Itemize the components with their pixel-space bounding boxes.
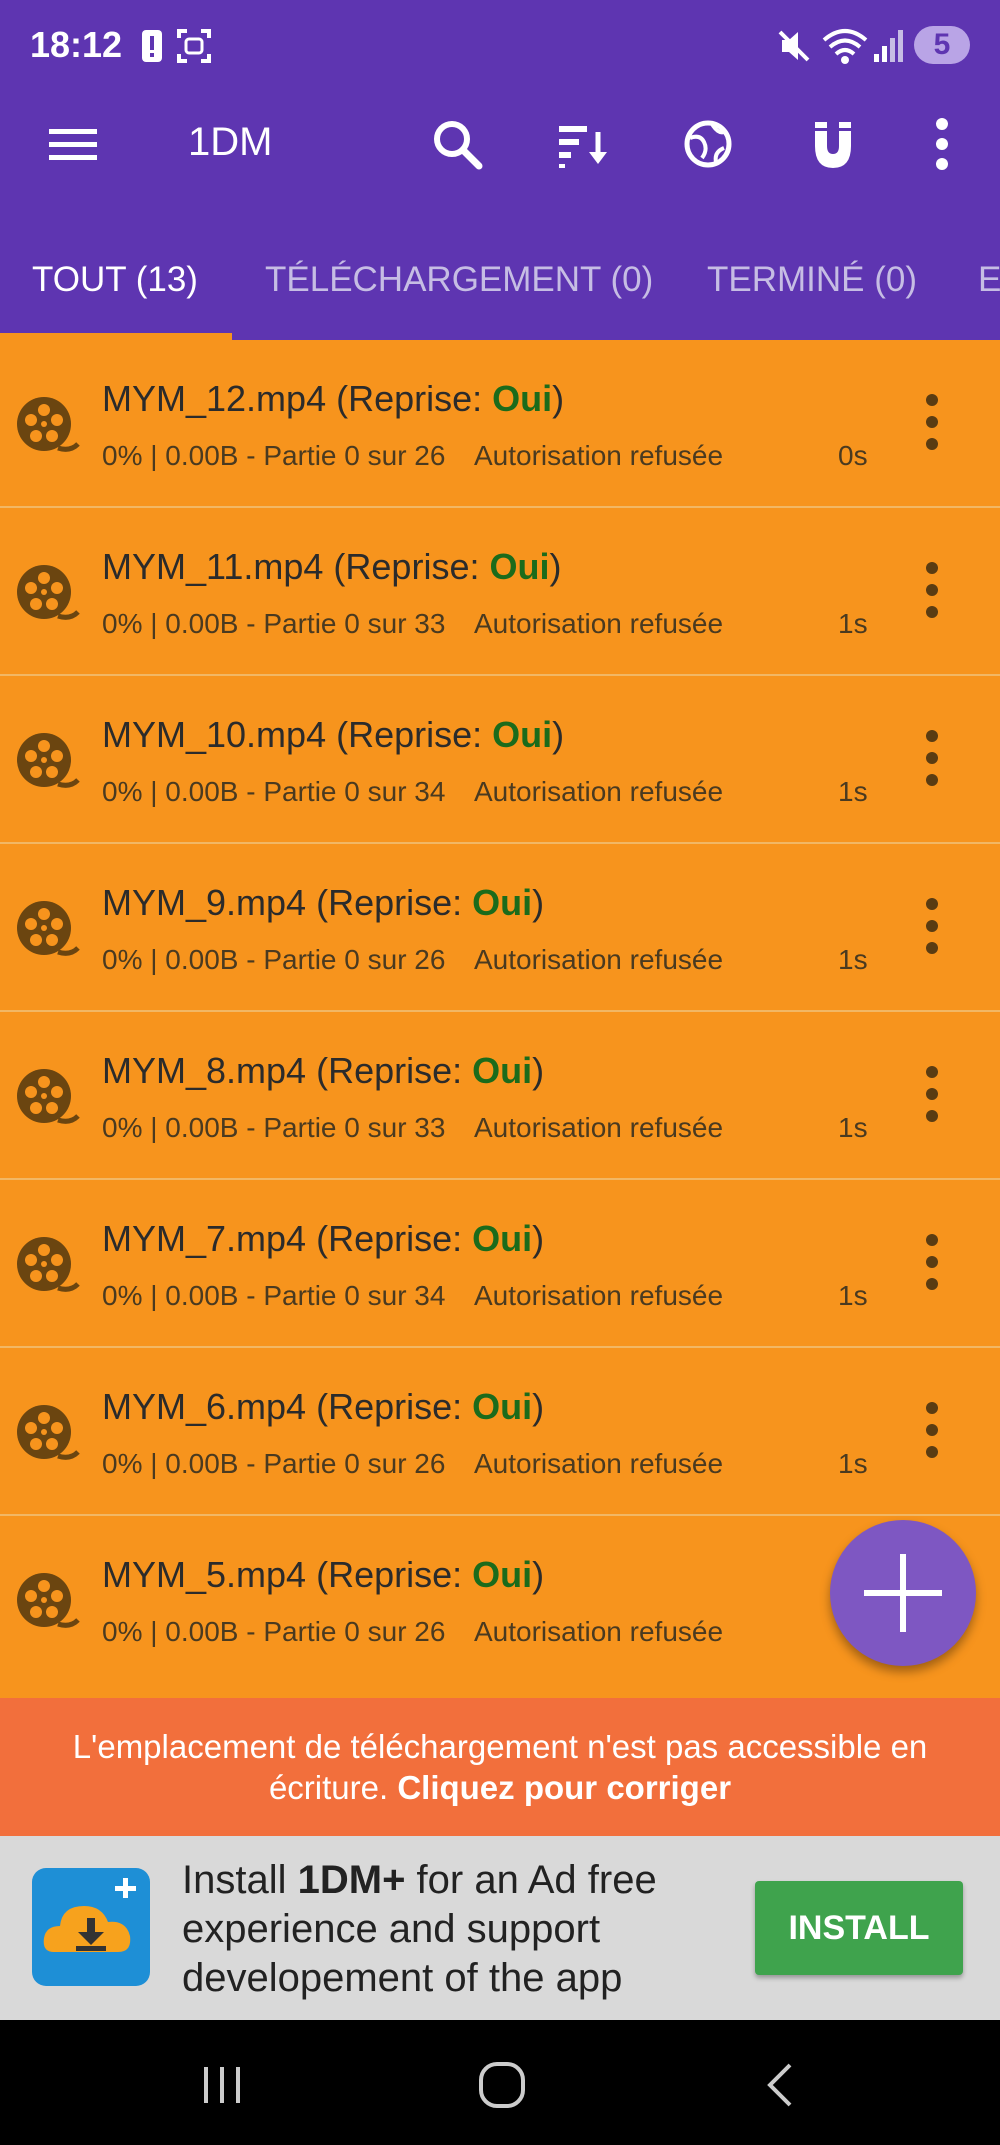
- download-time: 1s: [838, 776, 868, 807]
- download-time: 1s: [838, 1112, 868, 1143]
- resume-status: Oui: [472, 882, 533, 923]
- download-row[interactable]: MYM_8.mp4 (Reprise: Oui) 0% | 0.00B - Pa…: [0, 1012, 1000, 1180]
- write-permission-warning[interactable]: L'emplacement de téléchargement n'est pa…: [0, 1698, 1000, 1836]
- more-vert-icon[interactable]: [916, 390, 948, 454]
- globe-icon[interactable]: [678, 114, 738, 174]
- magnet-icon[interactable]: [803, 114, 863, 174]
- app-plus-logo: [32, 1868, 150, 1986]
- resume-status: Oui: [492, 714, 553, 755]
- download-progress: 0% | 0.00B - Partie 0 sur 33: [102, 1112, 446, 1143]
- more-vert-icon[interactable]: [916, 558, 948, 622]
- plus-icon: [864, 1554, 942, 1632]
- download-progress: 0% | 0.00B - Partie 0 sur 34: [102, 1280, 446, 1311]
- download-title: MYM_10.mp4 (Reprise: Oui): [102, 714, 565, 755]
- resume-status: Oui: [489, 546, 550, 587]
- screenshot-icon: [177, 29, 211, 63]
- download-row[interactable]: MYM_6.mp4 (Reprise: Oui) 0% | 0.00B - Pa…: [0, 1348, 1000, 1516]
- download-status: Autorisation refusée: [474, 1448, 724, 1479]
- download-progress: 0% | 0.00B - Partie 0 sur 26: [102, 944, 446, 975]
- download-row[interactable]: MYM_10.mp4 (Reprise: Oui) 0% | 0.00B - P…: [0, 676, 1000, 844]
- resume-status: Oui: [472, 1554, 533, 1595]
- tab-bar: TOUT (13) TÉLÉCHARGEMENT (0) TERMINÉ (0)…: [0, 230, 1000, 340]
- download-title: MYM_6.mp4 (Reprise: Oui): [102, 1386, 545, 1427]
- tab-indicator: [0, 333, 232, 340]
- film-reel-icon: [14, 1400, 80, 1466]
- film-reel-icon: [14, 1064, 80, 1130]
- download-time: 1s: [838, 944, 868, 975]
- more-vert-icon[interactable]: [916, 726, 948, 790]
- download-list[interactable]: MYM_12.mp4 (Reprise: Oui) 0% | 0.00B - P…: [0, 340, 1000, 1680]
- resume-status: Oui: [472, 1386, 533, 1427]
- download-title: MYM_12.mp4 (Reprise: Oui): [102, 378, 565, 419]
- resume-status: Oui: [472, 1218, 533, 1259]
- status-time: 18:12: [30, 24, 123, 65]
- download-time: 1s: [838, 608, 868, 639]
- download-title: MYM_11.mp4 (Reprise: Oui): [102, 546, 562, 587]
- fix-link[interactable]: Cliquez pour corriger: [397, 1769, 731, 1806]
- download-row[interactable]: MYM_12.mp4 (Reprise: Oui) 0% | 0.00B - P…: [0, 340, 1000, 508]
- menu-icon[interactable]: [43, 114, 103, 174]
- signal-icon: [874, 30, 903, 62]
- tab-all[interactable]: TOUT (13): [32, 260, 198, 300]
- more-vert-icon[interactable]: [912, 114, 972, 174]
- add-download-button[interactable]: [830, 1520, 976, 1666]
- download-status: Autorisation refusée: [474, 1112, 724, 1143]
- download-title: MYM_9.mp4 (Reprise: Oui): [102, 882, 545, 923]
- download-progress: 0% | 0.00B - Partie 0 sur 26: [102, 440, 446, 471]
- download-time: 1s: [838, 1280, 868, 1311]
- download-progress: 0% | 0.00B - Partie 0 sur 34: [102, 776, 446, 807]
- download-progress: 0% | 0.00B - Partie 0 sur 26: [102, 1616, 446, 1647]
- download-status: Autorisation refusée: [474, 440, 724, 471]
- film-reel-icon: [14, 728, 80, 794]
- download-status: Autorisation refusée: [474, 776, 724, 807]
- app-title: 1DM: [188, 120, 273, 164]
- download-title: MYM_8.mp4 (Reprise: Oui): [102, 1050, 545, 1091]
- resume-status: Oui: [492, 378, 553, 419]
- download-row[interactable]: MYM_9.mp4 (Reprise: Oui) 0% | 0.00B - Pa…: [0, 844, 1000, 1012]
- film-reel-icon: [14, 560, 80, 626]
- download-status: Autorisation refusée: [474, 608, 724, 639]
- download-title: MYM_5.mp4 (Reprise: Oui): [102, 1554, 545, 1595]
- more-vert-icon[interactable]: [916, 1062, 948, 1126]
- system-nav-bar: [0, 2020, 1000, 2145]
- home-icon[interactable]: [472, 2055, 532, 2115]
- resume-status: Oui: [472, 1050, 533, 1091]
- cloud-download-icon: [43, 1878, 136, 1952]
- sort-icon[interactable]: [553, 114, 613, 174]
- download-status: Autorisation refusée: [474, 944, 724, 975]
- download-title: MYM_7.mp4 (Reprise: Oui): [102, 1218, 545, 1259]
- ad-banner[interactable]: Install 1DM+ for an Ad free experience a…: [0, 1836, 1000, 2020]
- search-icon[interactable]: [427, 114, 487, 174]
- alert-icon: [142, 30, 162, 62]
- film-reel-icon: [14, 1232, 80, 1298]
- mute-icon: [778, 30, 810, 62]
- film-reel-icon: [14, 392, 80, 458]
- more-vert-icon[interactable]: [916, 1230, 948, 1294]
- film-reel-icon: [14, 1568, 80, 1634]
- download-status: Autorisation refusée: [474, 1280, 724, 1311]
- download-progress: 0% | 0.00B - Partie 0 sur 33: [102, 608, 446, 639]
- notification-badge: 5: [914, 26, 970, 64]
- download-time: 0s: [838, 440, 868, 471]
- tab-finished[interactable]: TERMINÉ (0): [707, 260, 917, 300]
- tab-error[interactable]: E: [978, 260, 1000, 300]
- more-vert-icon[interactable]: [916, 894, 948, 958]
- wifi-icon: [822, 29, 868, 64]
- download-row[interactable]: MYM_7.mp4 (Reprise: Oui) 0% | 0.00B - Pa…: [0, 1180, 1000, 1348]
- install-button[interactable]: INSTALL: [755, 1881, 963, 1975]
- download-status: Autorisation refusée: [474, 1616, 724, 1647]
- recent-apps-icon[interactable]: [192, 2055, 252, 2115]
- ad-text: Install 1DM+ for an Ad free experience a…: [182, 1858, 657, 2000]
- status-bar: 18:12 5: [0, 0, 1000, 92]
- download-time: 1s: [838, 1448, 868, 1479]
- download-progress: 0% | 0.00B - Partie 0 sur 26: [102, 1448, 446, 1479]
- download-row[interactable]: MYM_11.mp4 (Reprise: Oui) 0% | 0.00B - P…: [0, 508, 1000, 676]
- back-icon[interactable]: [752, 2055, 812, 2115]
- film-reel-icon: [14, 896, 80, 962]
- more-vert-icon[interactable]: [916, 1398, 948, 1462]
- tab-downloading[interactable]: TÉLÉCHARGEMENT (0): [265, 260, 653, 300]
